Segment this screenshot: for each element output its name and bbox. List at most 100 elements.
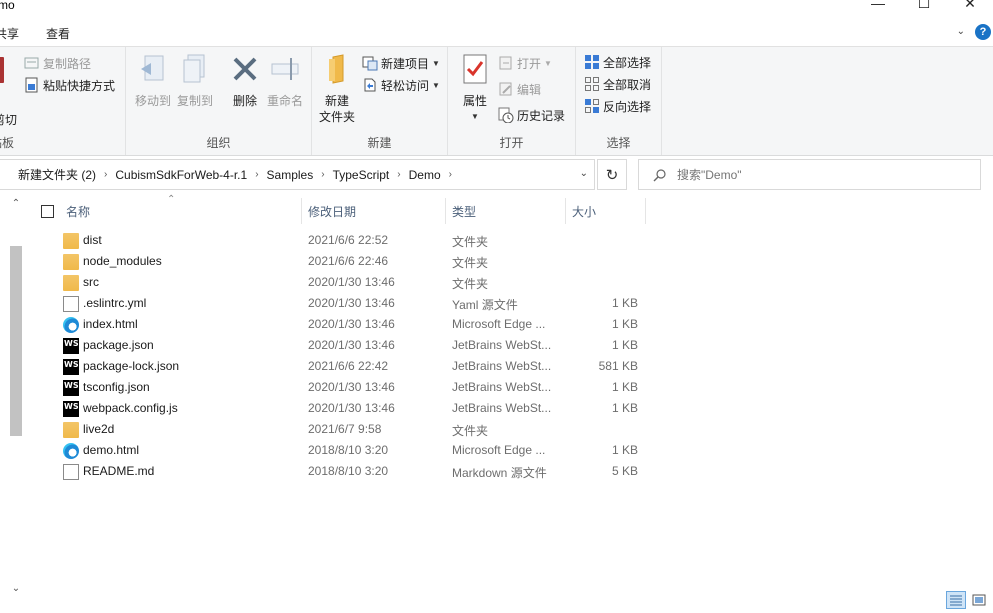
- chevron-right-icon[interactable]: ›: [321, 169, 324, 180]
- minimize-button[interactable]: —: [855, 0, 901, 11]
- select-all-checkbox[interactable]: [41, 205, 54, 218]
- file-row[interactable]: WS package.json 2020/1/30 13:46 JetBrain…: [30, 335, 650, 356]
- vertical-scrollbar[interactable]: ⌃ ⌄: [9, 198, 23, 594]
- tab-share[interactable]: 共享: [0, 25, 19, 42]
- select-none-icon: [585, 77, 599, 91]
- window-title: mo: [0, 0, 15, 12]
- search-box[interactable]: [638, 159, 981, 190]
- webstorm-icon: WS: [63, 359, 79, 375]
- file-row[interactable]: WS webpack.config.js 2020/1/30 13:46 Jet…: [30, 398, 650, 419]
- select-none-button[interactable]: 全部取消: [584, 74, 651, 94]
- chevron-right-icon[interactable]: ›: [397, 169, 400, 180]
- file-row[interactable]: dist 2021/6/6 22:52 文件夹: [30, 230, 650, 251]
- column-size[interactable]: 大小: [566, 198, 646, 224]
- address-row: 新建文件夹 (2) › CubismSdkForWeb-4-r.1 › Samp…: [0, 156, 993, 194]
- paste-shortcut-icon: [25, 77, 38, 93]
- maximize-button[interactable]: ☐: [901, 0, 947, 11]
- rename-icon: [271, 58, 299, 80]
- refresh-icon: ↻: [605, 166, 619, 184]
- help-icon[interactable]: ?: [975, 24, 991, 40]
- breadcrumb-item[interactable]: CubismSdkForWeb-4-r.1: [115, 168, 247, 182]
- copy-path-icon: [24, 57, 39, 69]
- delete-icon: [233, 57, 257, 81]
- chevron-right-icon[interactable]: ›: [255, 169, 258, 180]
- title-bar: mo — ☐ ✕: [0, 0, 993, 14]
- refresh-button[interactable]: ↻: [597, 159, 627, 190]
- file-row[interactable]: live2d 2021/6/7 9:58 文件夹: [30, 419, 650, 440]
- breadcrumb-item[interactable]: Samples: [267, 168, 314, 182]
- edit-button[interactable]: 编辑: [498, 79, 541, 99]
- file-row[interactable]: WS tsconfig.json 2020/1/30 13:46 JetBrai…: [30, 377, 650, 398]
- history-button[interactable]: 历史记录: [498, 105, 565, 125]
- large-icons-view-button[interactable]: [969, 591, 989, 609]
- file-row[interactable]: demo.html 2018/8/10 3:20 Microsoft Edge …: [30, 440, 650, 461]
- breadcrumb-item[interactable]: 新建文件夹 (2): [18, 166, 96, 183]
- rename-button[interactable]: 重命名: [262, 53, 308, 109]
- webstorm-icon: WS: [63, 380, 79, 396]
- tab-view[interactable]: 查看: [46, 25, 70, 42]
- open-button[interactable]: 打开 ▼: [498, 53, 552, 73]
- new-folder-button[interactable]: 新建 文件夹: [314, 53, 360, 125]
- select-all-button[interactable]: 全部选择: [584, 52, 651, 72]
- group-organize: 移动到 复制到 删除 重命名 组织: [126, 47, 312, 155]
- cut-label[interactable]: 剪切: [0, 111, 17, 128]
- search-input[interactable]: [677, 167, 957, 182]
- chevron-right-icon[interactable]: ›: [104, 169, 107, 180]
- copy-path-button[interactable]: 复制路径: [24, 53, 91, 73]
- breadcrumb-item[interactable]: Demo: [409, 168, 441, 182]
- scroll-down-icon[interactable]: ⌄: [9, 583, 23, 594]
- dropdown-caret-icon: ▼: [471, 112, 479, 121]
- folder-icon: [63, 422, 79, 438]
- scroll-up-icon[interactable]: ⌃: [9, 198, 23, 209]
- file-list: dist 2021/6/6 22:52 文件夹 node_modules 202…: [30, 230, 650, 482]
- move-to-button[interactable]: 移动到: [130, 53, 176, 109]
- file-row[interactable]: README.md 2018/8/10 3:20 Markdown 源文件 5 …: [30, 461, 650, 482]
- invert-selection-button[interactable]: 反向选择: [584, 96, 651, 116]
- edit-icon: [499, 82, 512, 96]
- paste-icon[interactable]: [0, 57, 4, 83]
- file-row[interactable]: node_modules 2021/6/6 22:46 文件夹: [30, 251, 650, 272]
- folder-icon: [63, 275, 79, 291]
- invert-selection-icon: [585, 99, 599, 113]
- close-button[interactable]: ✕: [947, 0, 993, 11]
- column-header: ⌃ 名称 修改日期 类型 大小: [30, 194, 650, 224]
- open-icon: [499, 56, 512, 70]
- easy-access-button[interactable]: 轻松访问 ▼: [362, 75, 440, 95]
- group-label-select: 选择: [606, 136, 631, 150]
- properties-button[interactable]: 属性 ▼: [452, 53, 498, 125]
- edge-icon: [63, 443, 79, 459]
- group-label-clipboard: 贴板: [0, 136, 15, 150]
- chevron-down-icon[interactable]: ⌄: [957, 26, 965, 37]
- dropdown-caret-icon: ▼: [432, 58, 440, 68]
- folder-icon: [63, 233, 79, 249]
- paste-shortcut-button[interactable]: 粘贴快捷方式: [24, 75, 115, 95]
- address-bar[interactable]: 新建文件夹 (2) › CubismSdkForWeb-4-r.1 › Samp…: [0, 159, 595, 190]
- column-type[interactable]: 类型: [446, 198, 566, 224]
- dropdown-caret-icon: ▼: [432, 80, 440, 90]
- new-item-icon: [362, 56, 378, 71]
- file-row[interactable]: WS package-lock.json 2021/6/6 22:42 JetB…: [30, 356, 650, 377]
- history-icon: [498, 107, 514, 123]
- chevron-down-icon[interactable]: ⌄: [580, 168, 588, 179]
- copy-to-icon: [183, 54, 205, 83]
- copy-to-button[interactable]: 复制到: [172, 53, 218, 109]
- search-icon: [653, 168, 666, 181]
- edge-icon: [63, 317, 79, 333]
- file-row[interactable]: index.html 2020/1/30 13:46 Microsoft Edg…: [30, 314, 650, 335]
- breadcrumb-item[interactable]: TypeScript: [333, 168, 390, 182]
- new-item-button[interactable]: 新建项目 ▼: [362, 53, 440, 73]
- group-label-organize: 组织: [206, 136, 231, 150]
- file-row[interactable]: .eslintrc.yml 2020/1/30 13:46 Yaml 源文件 1…: [30, 293, 650, 314]
- file-row[interactable]: src 2020/1/30 13:46 文件夹: [30, 272, 650, 293]
- group-open: 属性 ▼ 打开 ▼ 编辑 历史记录 打开: [448, 47, 576, 155]
- webstorm-icon: WS: [63, 338, 79, 354]
- details-view-icon: [950, 595, 962, 606]
- group-clipboard: 占 复制路径 粘贴快捷方式 剪切 贴板: [0, 47, 126, 155]
- document-icon: [63, 464, 79, 480]
- column-modified[interactable]: 修改日期: [302, 198, 446, 224]
- scrollbar-thumb[interactable]: [10, 246, 22, 436]
- chevron-right-icon[interactable]: ›: [449, 169, 452, 180]
- details-view-button[interactable]: [946, 591, 966, 609]
- column-name[interactable]: 名称: [60, 198, 302, 224]
- move-to-icon: [141, 55, 164, 81]
